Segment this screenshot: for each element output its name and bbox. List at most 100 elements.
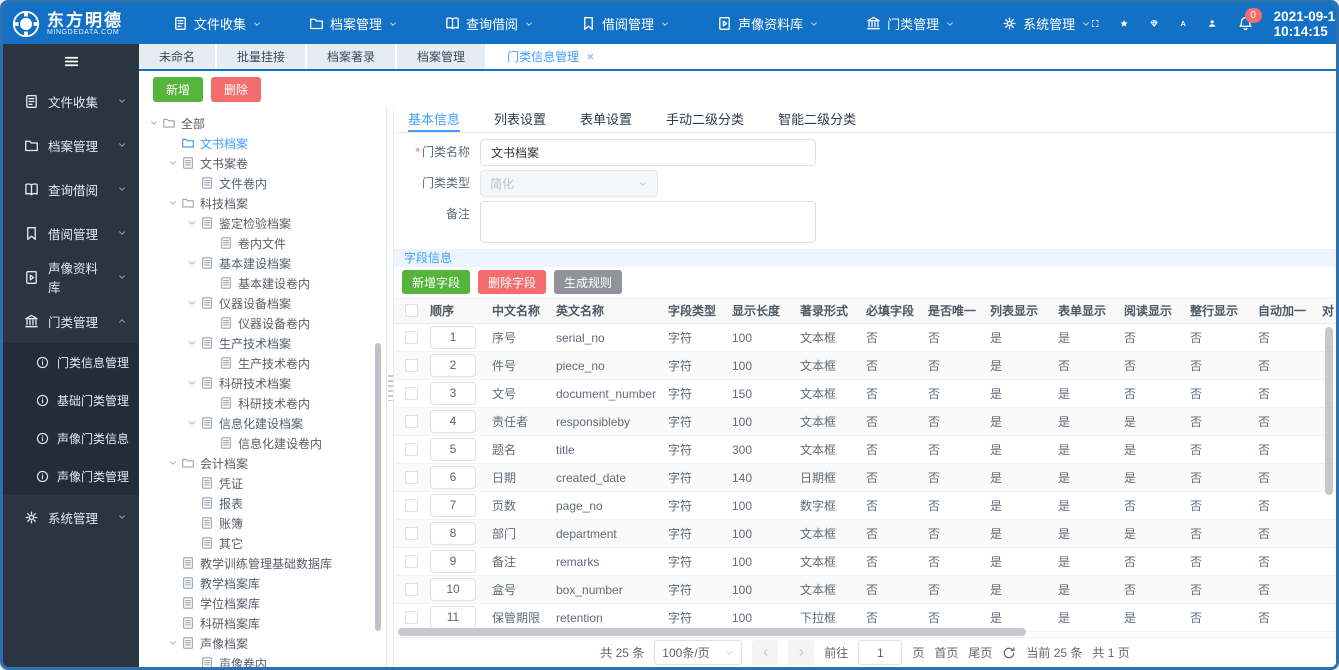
order-input[interactable]: 8 (430, 522, 476, 545)
sidebar-item-2[interactable]: 档案管理 (3, 123, 139, 167)
tree-node[interactable]: 科研技术档案 (139, 373, 386, 393)
table-horizontal-scrollbar[interactable] (398, 628, 1026, 636)
tree-node[interactable]: 信息化建设档案 (139, 413, 386, 433)
order-input[interactable]: 1 (430, 326, 476, 349)
tree-node[interactable]: 凭证 (139, 473, 386, 493)
tree-node[interactable]: 文书档案 (139, 133, 386, 153)
row-checkbox[interactable] (404, 471, 418, 484)
expand-arrow-icon[interactable] (183, 257, 200, 269)
next-page-button[interactable] (788, 640, 815, 665)
expand-arrow-icon[interactable] (164, 157, 181, 169)
panel-splitter[interactable] (386, 107, 393, 667)
top-nav-item-6[interactable]: 门类管理 (866, 14, 955, 33)
row-checkbox[interactable] (404, 527, 418, 540)
top-nav-item-3[interactable]: 查询借阅 (445, 14, 534, 33)
row-checkbox[interactable] (404, 555, 418, 568)
gem-button[interactable] (1150, 16, 1158, 31)
tree-node[interactable]: 会计档案 (139, 453, 386, 473)
detail-tab-2[interactable]: 列表设置 (494, 107, 546, 132)
sidebar-collapse-button[interactable] (3, 44, 139, 79)
tree-node[interactable]: 科研技术卷内 (139, 393, 386, 413)
sidebar-subitem-2[interactable]: 基础门类管理 (3, 381, 139, 419)
expand-arrow-icon[interactable] (164, 637, 181, 649)
expand-arrow-icon[interactable] (183, 377, 200, 389)
star-button[interactable] (1120, 16, 1129, 31)
prev-page-button[interactable] (752, 640, 779, 665)
order-input[interactable]: 11 (430, 606, 476, 629)
tree-node[interactable]: 信息化建设卷内 (139, 433, 386, 453)
sidebar-item-6[interactable]: 门类管理 (3, 299, 139, 343)
sidebar-item-1[interactable]: 文件收集 (3, 79, 139, 123)
page-size-select[interactable]: 100条/页 (654, 640, 743, 665)
order-input[interactable]: 6 (430, 466, 476, 489)
category-type-select[interactable]: 简化 (480, 170, 658, 197)
expand-arrow-icon[interactable] (145, 117, 162, 129)
tree-node[interactable]: 声像卷内 (139, 653, 386, 667)
fullscreen-button[interactable] (1091, 16, 1099, 31)
order-input[interactable]: 2 (430, 354, 476, 377)
sidebar-item-3[interactable]: 查询借阅 (3, 167, 139, 211)
sidebar-item-7[interactable]: 系统管理 (3, 495, 139, 539)
row-checkbox[interactable] (404, 443, 418, 456)
last-page-link[interactable]: 尾页 (968, 644, 992, 661)
tree-node[interactable]: 科技档案 (139, 193, 386, 213)
detail-tab-5[interactable]: 智能二级分类 (778, 107, 856, 132)
tree-node[interactable]: 文件卷内 (139, 173, 386, 193)
notifications-button[interactable]: 0 (1238, 8, 1262, 31)
tree-node[interactable]: 仪器设备卷内 (139, 313, 386, 333)
tree-node[interactable]: 基本建设卷内 (139, 273, 386, 293)
row-checkbox[interactable] (404, 415, 418, 428)
sidebar-item-5[interactable]: 声像资料库 (3, 255, 139, 299)
workspace-tab-1[interactable]: 未命名 (139, 44, 216, 69)
remark-textarea[interactable] (480, 201, 816, 243)
tree-scrollbar[interactable] (375, 343, 381, 631)
add-field-button[interactable]: 新增字段 (402, 270, 471, 294)
detail-tab-1[interactable]: 基本信息 (408, 107, 461, 132)
tree-node[interactable]: 生产技术卷内 (139, 353, 386, 373)
expand-arrow-icon[interactable] (164, 197, 181, 209)
delete-button[interactable]: 删除 (211, 76, 262, 102)
sidebar-subitem-1[interactable]: 门类信息管理 (3, 343, 139, 381)
tree-node[interactable]: 声像档案 (139, 633, 386, 653)
logo[interactable]: 东方明德 MINGDEDATA.COM (11, 9, 159, 39)
tree-node[interactable]: 教学训练管理基础数据库 (139, 553, 386, 573)
order-input[interactable]: 9 (430, 550, 476, 573)
tree-node[interactable]: 账簿 (139, 513, 386, 533)
user-button[interactable] (1208, 16, 1216, 31)
row-checkbox[interactable] (404, 583, 418, 596)
order-input[interactable]: 3 (430, 382, 476, 405)
row-checkbox[interactable] (404, 387, 418, 400)
row-checkbox[interactable] (404, 499, 418, 512)
top-nav-item-1[interactable]: 文件收集 (173, 14, 262, 33)
page-input[interactable] (858, 640, 903, 665)
tree-node[interactable]: 教学档案库 (139, 573, 386, 593)
order-input[interactable]: 4 (430, 410, 476, 433)
top-nav-item-5[interactable]: 声像资料库 (717, 14, 819, 33)
expand-arrow-icon[interactable] (164, 457, 181, 469)
table-vertical-scrollbar[interactable] (1325, 327, 1333, 495)
workspace-tab-2[interactable]: 批量挂接 (217, 44, 306, 69)
tree-node[interactable]: 卷内文件 (139, 233, 386, 253)
expand-arrow-icon[interactable] (183, 337, 200, 349)
row-checkbox[interactable] (404, 611, 418, 624)
sidebar-subitem-3[interactable]: 声像门类信息 (3, 419, 139, 457)
row-checkbox[interactable] (404, 359, 418, 372)
workspace-tab-3[interactable]: 档案著录 (307, 44, 396, 69)
tree-node[interactable]: 仪器设备档案 (139, 293, 386, 313)
expand-arrow-icon[interactable] (183, 417, 200, 429)
workspace-tab-5[interactable]: 门类信息管理 (487, 44, 616, 69)
order-input[interactable]: 10 (430, 578, 476, 601)
row-checkbox[interactable] (404, 331, 418, 344)
sidebar-item-4[interactable]: 借阅管理 (3, 211, 139, 255)
tree-node[interactable]: 文书案卷 (139, 153, 386, 173)
tree-node[interactable]: 科研档案库 (139, 613, 386, 633)
order-input[interactable]: 7 (430, 494, 476, 517)
detail-tab-4[interactable]: 手动二级分类 (666, 107, 744, 132)
tree-node[interactable]: 报表 (139, 493, 386, 513)
top-nav-item-7[interactable]: 系统管理 (1002, 14, 1091, 33)
detail-tab-3[interactable]: 表单设置 (580, 107, 632, 132)
first-page-link[interactable]: 首页 (934, 644, 958, 661)
delete-field-button[interactable]: 删除字段 (478, 270, 547, 294)
top-nav-item-4[interactable]: 借阅管理 (581, 14, 670, 33)
tree-node[interactable]: 学位档案库 (139, 593, 386, 613)
